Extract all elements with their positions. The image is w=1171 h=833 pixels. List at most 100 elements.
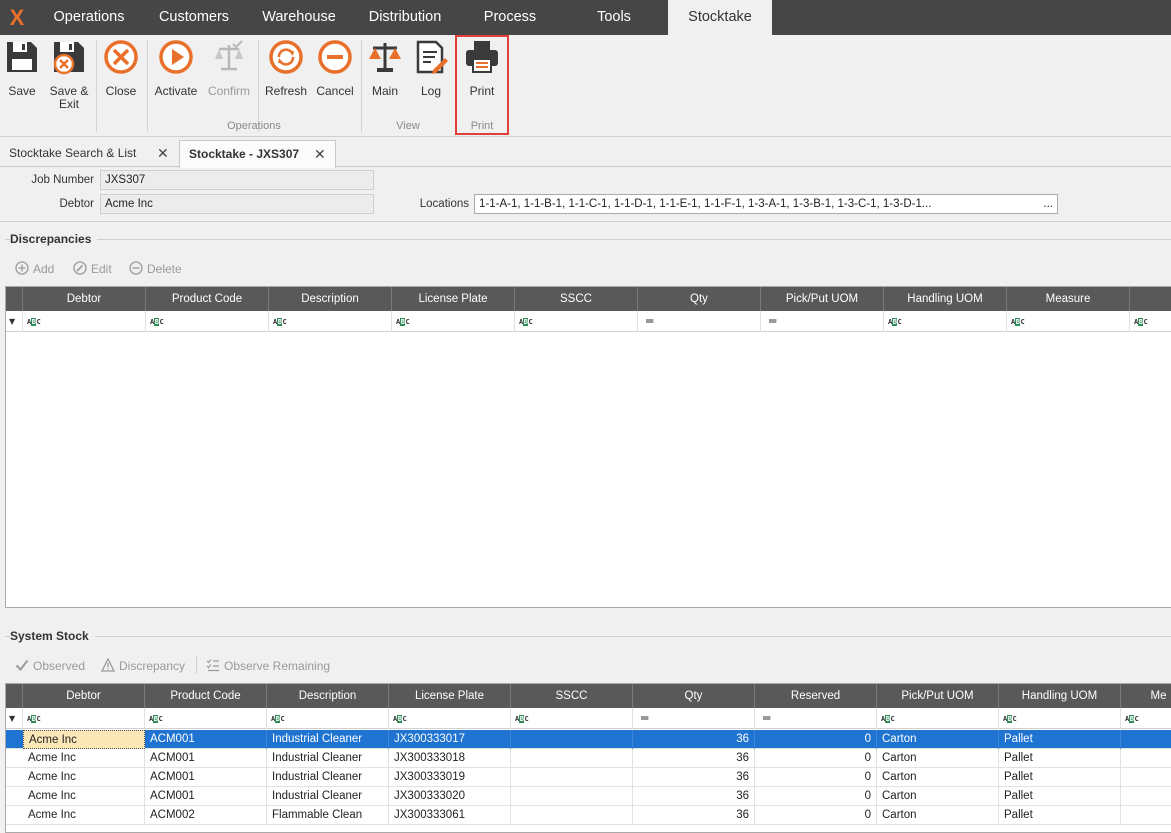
cell-measure[interactable]	[1121, 749, 1171, 768]
close-tab-icon[interactable]: ✕	[157, 140, 169, 167]
cell-measure[interactable]	[1121, 730, 1171, 749]
cell-sscc[interactable]	[511, 730, 633, 749]
cell-handling-uom[interactable]: Pallet	[999, 730, 1121, 749]
debtor-field[interactable]: Acme Inc	[100, 194, 374, 214]
filter-cell[interactable]: ABC	[145, 708, 267, 729]
column-header[interactable]: License Plate	[392, 287, 515, 311]
cell-handling-uom[interactable]: Pallet	[999, 749, 1121, 768]
doc-tab-stocktake-search[interactable]: Stocktake Search & List ✕	[0, 140, 177, 167]
filter-cell[interactable]: ABC	[1121, 708, 1171, 729]
cell-reserved[interactable]: 0	[755, 730, 877, 749]
app-logo[interactable]: X	[0, 0, 34, 35]
cell-pick-put-uom[interactable]: Carton	[877, 787, 999, 806]
menu-tab-distribution[interactable]: Distribution	[356, 0, 454, 35]
cell-reserved[interactable]: 0	[755, 749, 877, 768]
log-button[interactable]: Log	[412, 39, 450, 98]
cell-pick-put-uom[interactable]: Carton	[877, 730, 999, 749]
discrepancies-grid[interactable]: Debtor Product Code Description License …	[5, 286, 1171, 608]
filter-cell[interactable]: ABC	[392, 311, 515, 332]
discrepancy-button[interactable]: Discrepancy	[101, 658, 185, 673]
cell-debtor[interactable]: Acme Inc	[23, 749, 145, 768]
table-row[interactable]: Acme Inc ACM001 Industrial Cleaner JX300…	[6, 749, 1171, 768]
close-button[interactable]: Close	[102, 39, 140, 98]
filter-cell[interactable]: ═	[755, 708, 877, 729]
cell-description[interactable]: Flammable Clean	[267, 806, 389, 825]
filter-cell[interactable]: ABC	[1130, 311, 1171, 332]
cell-reserved[interactable]: 0	[755, 768, 877, 787]
column-header[interactable]: Handling UOM	[884, 287, 1007, 311]
cell-reserved[interactable]: 0	[755, 806, 877, 825]
cell-handling-uom[interactable]: Pallet	[999, 806, 1121, 825]
cancel-button[interactable]: Cancel	[314, 39, 356, 98]
filter-cell[interactable]: ABC	[23, 708, 145, 729]
cell-measure[interactable]	[1121, 787, 1171, 806]
filter-cell[interactable]: ═	[761, 311, 884, 332]
column-header[interactable]: Pick/Put UOM	[877, 684, 999, 708]
cell-sscc[interactable]	[511, 806, 633, 825]
job-number-field[interactable]: JXS307	[100, 170, 374, 190]
menu-tab-stocktake[interactable]: Stocktake	[668, 0, 772, 35]
column-header[interactable]: Me	[1121, 684, 1171, 708]
filter-cell[interactable]: ABC	[511, 708, 633, 729]
locations-ellipsis-button[interactable]: ...	[1043, 195, 1053, 213]
cell-qty[interactable]: 36	[633, 787, 755, 806]
cell-license-plate[interactable]: JX300333020	[389, 787, 511, 806]
column-header[interactable]: Measure	[1007, 287, 1130, 311]
system-stock-grid[interactable]: Debtor Product Code Description License …	[5, 683, 1171, 833]
cell-license-plate[interactable]: JX300333017	[389, 730, 511, 749]
cell-license-plate[interactable]: JX300333018	[389, 749, 511, 768]
cell-qty[interactable]: 36	[633, 806, 755, 825]
close-tab-icon[interactable]: ✕	[314, 141, 326, 168]
main-view-button[interactable]: Main	[366, 39, 404, 98]
column-header[interactable]	[1130, 287, 1171, 311]
cell-debtor[interactable]: Acme Inc	[23, 806, 145, 825]
locations-field[interactable]: 1-1-A-1, 1-1-B-1, 1-1-C-1, 1-1-D-1, 1-1-…	[474, 194, 1058, 214]
menu-tab-process[interactable]: Process	[464, 0, 556, 35]
column-header[interactable]: Qty	[633, 684, 755, 708]
filter-cell[interactable]: ABC	[884, 311, 1007, 332]
filter-cell[interactable]: ABC	[23, 311, 146, 332]
cell-product-code[interactable]: ACM001	[145, 787, 267, 806]
cell-measure[interactable]	[1121, 768, 1171, 787]
observe-remaining-button[interactable]: Observe Remaining	[206, 658, 330, 673]
column-header[interactable]: Product Code	[146, 287, 269, 311]
cell-description[interactable]: Industrial Cleaner	[267, 749, 389, 768]
cell-license-plate[interactable]: JX300333019	[389, 768, 511, 787]
filter-cell[interactable]: ABC	[1007, 311, 1130, 332]
column-header[interactable]: SSCC	[515, 287, 638, 311]
add-button[interactable]: Add	[15, 261, 54, 276]
table-row[interactable]: Acme Inc ACM002 Flammable Clean JX300333…	[6, 806, 1171, 825]
column-header[interactable]: Description	[269, 287, 392, 311]
column-header[interactable]: SSCC	[511, 684, 633, 708]
refresh-button[interactable]: Refresh	[264, 39, 308, 98]
doc-tab-stocktake-jxs307[interactable]: Stocktake - JXS307 ✕	[179, 140, 336, 168]
cell-qty[interactable]: 36	[633, 768, 755, 787]
column-header[interactable]: Description	[267, 684, 389, 708]
cell-pick-put-uom[interactable]: Carton	[877, 806, 999, 825]
delete-button[interactable]: Delete	[129, 261, 182, 276]
cell-description[interactable]: Industrial Cleaner	[267, 787, 389, 806]
menu-tab-tools[interactable]: Tools	[570, 0, 658, 35]
filter-cell[interactable]: ABC	[515, 311, 638, 332]
cell-reserved[interactable]: 0	[755, 787, 877, 806]
confirm-button[interactable]: Confirm	[207, 39, 251, 98]
cell-product-code[interactable]: ACM002	[145, 806, 267, 825]
table-row[interactable]: Acme Inc ACM001 Industrial Cleaner JX300…	[6, 787, 1171, 806]
cell-pick-put-uom[interactable]: Carton	[877, 768, 999, 787]
cell-license-plate[interactable]: JX300333061	[389, 806, 511, 825]
menu-tab-customers[interactable]: Customers	[146, 0, 242, 35]
cell-sscc[interactable]	[511, 787, 633, 806]
cell-product-code[interactable]: ACM001	[145, 768, 267, 787]
filter-cell[interactable]: ABC	[146, 311, 269, 332]
column-header[interactable]: Product Code	[145, 684, 267, 708]
cell-sscc[interactable]	[511, 749, 633, 768]
cell-sscc[interactable]	[511, 768, 633, 787]
filter-cell[interactable]: ABC	[267, 708, 389, 729]
column-header[interactable]: Reserved	[755, 684, 877, 708]
cell-product-code[interactable]: ACM001	[145, 730, 267, 749]
column-header[interactable]: Pick/Put UOM	[761, 287, 884, 311]
cell-qty[interactable]: 36	[633, 730, 755, 749]
cell-qty[interactable]: 36	[633, 749, 755, 768]
filter-cell[interactable]: ═	[633, 708, 755, 729]
cell-measure[interactable]	[1121, 806, 1171, 825]
